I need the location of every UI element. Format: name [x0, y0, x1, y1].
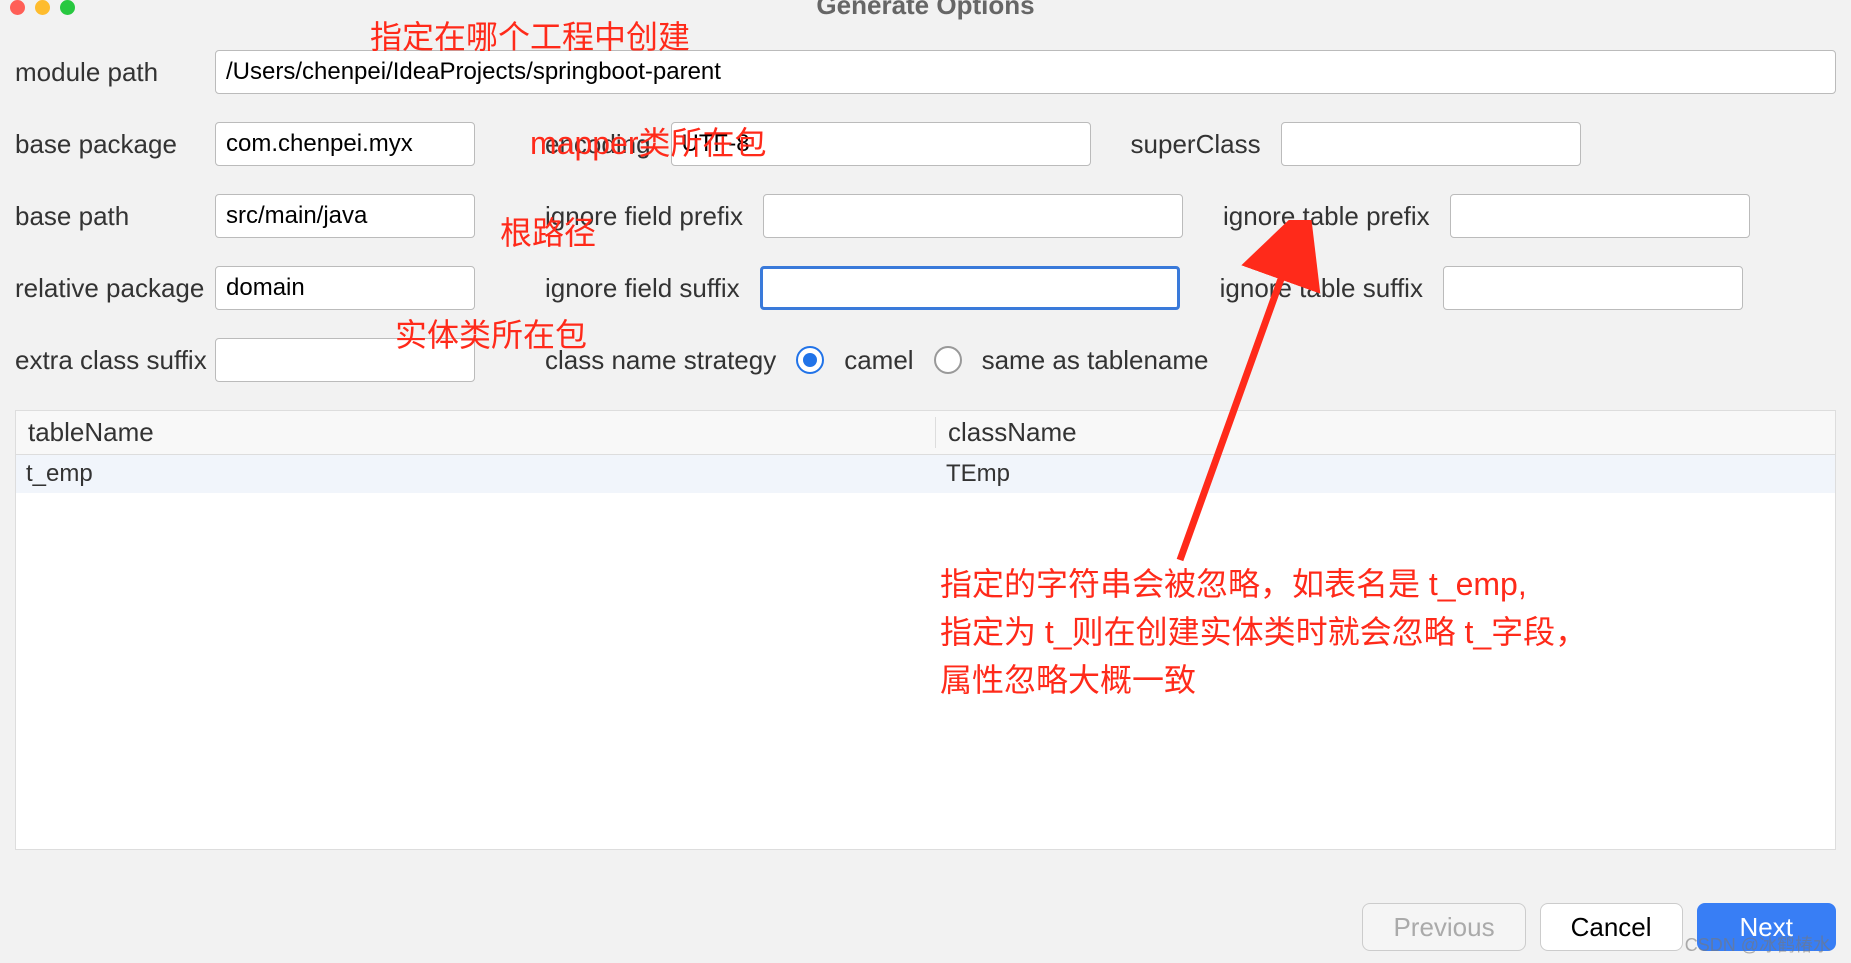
previous-button: Previous [1362, 903, 1525, 951]
radio-camel[interactable] [796, 346, 824, 374]
watermark: CSDN @冰鹤椿水 [1685, 931, 1831, 957]
table: tableName className t_emp TEmp [15, 410, 1836, 850]
dialog-window: Generate Options module path base packag… [0, 0, 1851, 963]
cell-tablename: t_emp [16, 460, 936, 488]
cancel-button[interactable]: Cancel [1540, 903, 1683, 951]
ignore-field-suffix-input[interactable] [760, 266, 1180, 310]
ignore-field-prefix-label: ignore field prefix [545, 201, 743, 232]
relative-package-label: relative package [15, 273, 195, 304]
extra-class-suffix-label: extra class suffix [15, 345, 195, 376]
radio-same-as-tablename[interactable] [934, 346, 962, 374]
extra-class-suffix-input[interactable] [215, 338, 475, 382]
relative-package-input[interactable] [215, 266, 475, 310]
table-row[interactable]: t_emp TEmp [16, 455, 1835, 493]
form-area: module path base package encoding superC… [0, 0, 1851, 382]
radio-same-label: same as tablename [982, 345, 1209, 376]
ignore-table-suffix-label: ignore table suffix [1220, 273, 1423, 304]
module-path-input[interactable] [215, 50, 1836, 94]
ignore-table-prefix-label: ignore table prefix [1223, 201, 1430, 232]
base-package-input[interactable] [215, 122, 475, 166]
base-package-label: base package [15, 129, 195, 160]
encoding-input[interactable] [671, 122, 1091, 166]
class-name-strategy-label: class name strategy [545, 345, 776, 376]
table-header-tablename[interactable]: tableName [16, 417, 936, 448]
module-path-label: module path [15, 57, 195, 88]
ignore-table-prefix-input[interactable] [1450, 194, 1750, 238]
ignore-field-prefix-input[interactable] [763, 194, 1183, 238]
super-class-label: superClass [1131, 129, 1261, 160]
table-header: tableName className [16, 411, 1835, 455]
super-class-input[interactable] [1281, 122, 1581, 166]
radio-camel-label: camel [844, 345, 913, 376]
ignore-table-suffix-input[interactable] [1443, 266, 1743, 310]
ignore-field-suffix-label: ignore field suffix [545, 273, 740, 304]
table-header-classname[interactable]: className [936, 417, 1835, 448]
encoding-label: encoding [545, 129, 651, 160]
cell-classname: TEmp [936, 460, 1835, 488]
base-path-label: base path [15, 201, 195, 232]
base-path-input[interactable] [215, 194, 475, 238]
window-title: Generate Options [0, 0, 1851, 21]
